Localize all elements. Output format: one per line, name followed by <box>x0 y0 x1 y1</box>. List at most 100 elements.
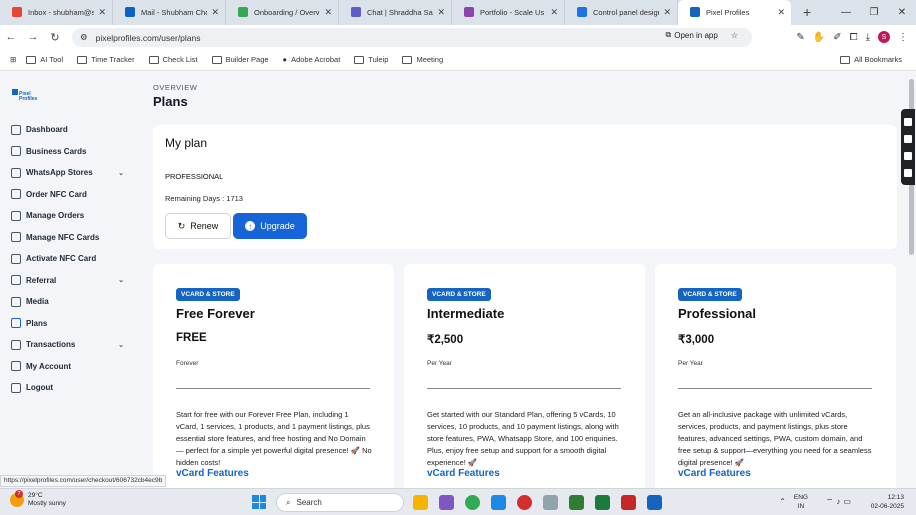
notepad-icon[interactable] <box>647 495 662 510</box>
sidebar-item-label: Media <box>26 297 49 307</box>
bookmark-item[interactable]: AI Tool <box>26 55 63 64</box>
copilot-icon[interactable] <box>439 495 454 510</box>
sidebar-item-whatsapp-stores[interactable]: WhatsApp Stores ⌄ <box>0 162 142 184</box>
language-indicator[interactable]: ENG IN <box>794 493 808 511</box>
upgrade-button[interactable]: ↑ Upgrade <box>233 213 307 239</box>
open-in-app-button[interactable]: ⧉ Open in app ☆ <box>666 30 738 40</box>
sidebar-item-activate-nfc-card[interactable]: Activate NFC Card <box>0 248 142 270</box>
bookmark-item[interactable]: Check List <box>148 55 198 64</box>
sidebar-item-label: Manage NFC Cards <box>26 232 100 242</box>
folder-icon <box>211 55 222 64</box>
bookmark-label: Adobe Acrobat <box>291 55 341 64</box>
close-tab-icon[interactable]: ✕ <box>550 7 558 18</box>
bookmark-item[interactable]: Builder Page <box>211 55 269 64</box>
clock[interactable]: 12:13 02-06-2025 <box>871 493 904 511</box>
sidebar-item-referral[interactable]: Referral ⌄ <box>0 270 142 292</box>
forward-icon[interactable]: → <box>22 31 44 43</box>
settings-icon[interactable] <box>904 168 912 177</box>
chrome-icon[interactable] <box>465 495 480 510</box>
snipping-icon[interactable] <box>543 495 558 510</box>
sidebar-item-business-cards[interactable]: Business Cards <box>0 141 142 163</box>
renew-button[interactable]: ↻ Renew <box>165 213 231 239</box>
folder-icon <box>354 55 365 64</box>
restore-button[interactable]: ❐ <box>860 7 888 18</box>
close-tab-icon[interactable]: ✕ <box>663 7 671 18</box>
bookmark-item[interactable]: ● Adobe Acrobat <box>283 55 341 64</box>
bookmark-label: Meeting <box>416 55 444 64</box>
sidebar-item-order-nfc-card[interactable]: Order NFC Card <box>0 184 142 206</box>
weather-text: Mostly sunny <box>28 500 66 507</box>
close-tab-icon[interactable]: ✕ <box>211 7 219 18</box>
system-tray-icons[interactable]: ⌔♪▭ <box>826 497 854 507</box>
browser-tab[interactable]: Control panel design ✕ <box>565 0 678 25</box>
plan-period: Per Year <box>678 360 703 367</box>
url-field[interactable]: ⚙ pixelprofiles.com/user/plans ⧉ Open in … <box>72 28 752 47</box>
bookmark-item[interactable]: Tuleip <box>354 55 388 64</box>
file-explorer-icon[interactable] <box>413 495 428 510</box>
chevron-down-icon: ⌄ <box>118 169 124 177</box>
close-tab-icon[interactable]: ✕ <box>777 7 785 18</box>
sidebar-item-plans[interactable]: Plans <box>0 313 142 335</box>
weather-widget[interactable]: 7 29°C Mostly sunny <box>10 490 66 508</box>
sidebar-item-my-account[interactable]: My Account <box>0 356 142 378</box>
close-tab-icon[interactable]: ✕ <box>324 7 332 18</box>
app-icon[interactable] <box>569 495 584 510</box>
download-icon[interactable]: ⤓ <box>866 32 870 43</box>
extensions-puzzle-icon[interactable]: ⧠ <box>850 32 858 43</box>
browser-tab-active[interactable]: Pixel Profiles ✕ <box>678 0 791 25</box>
extension-icon[interactable]: ✎ <box>796 32 804 43</box>
site-info-icon[interactable]: ⚙ <box>80 32 88 43</box>
sidebar-item-logout[interactable]: Logout <box>0 377 142 399</box>
excel-icon[interactable] <box>595 495 610 510</box>
extension-icon[interactable]: ✐ <box>833 32 841 43</box>
close-tab-icon[interactable]: ✕ <box>98 7 106 18</box>
sidebar-item-manage-orders[interactable]: Manage Orders <box>0 205 142 227</box>
vscode-icon[interactable] <box>491 495 506 510</box>
video-icon[interactable] <box>904 134 912 143</box>
profile-avatar[interactable]: S <box>878 31 890 43</box>
home-icon <box>11 124 21 135</box>
tab-title: Control panel design <box>593 8 660 17</box>
plan-card-intermediate: VCARD & STORE Intermediate ₹2,500 Per Ye… <box>404 264 645 494</box>
sidebar: Pixel Profiles Dashboard Business Cards W… <box>0 71 142 488</box>
all-bookmarks-button[interactable]: All Bookmarks <box>840 55 902 64</box>
browser-tab[interactable]: Mail - Shubham Cho ✕ <box>113 0 226 25</box>
gallery-icon[interactable] <box>904 151 912 160</box>
lock-icon <box>11 253 21 264</box>
sidebar-item-transactions[interactable]: Transactions ⌄ <box>0 334 142 356</box>
browser-tab-bar: Inbox - shubham@s ✕ Mail - Shubham Cho ✕ O… <box>0 0 916 25</box>
close-tab-icon[interactable]: ✕ <box>437 7 445 18</box>
logo[interactable]: Pixel Profiles <box>12 89 37 102</box>
new-tab-button[interactable]: + <box>803 0 811 25</box>
apps-grid-icon[interactable]: ⊞ <box>10 55 16 64</box>
browser-tab[interactable]: Chat | Shraddha Sah ✕ <box>339 0 452 25</box>
bookmark-label: Time Tracker <box>91 55 135 64</box>
bookmark-star-icon[interactable]: ☆ <box>731 31 738 40</box>
sidebar-item-manage-nfc-cards[interactable]: Manage NFC Cards <box>0 227 142 249</box>
opera-icon[interactable] <box>517 495 532 510</box>
minimize-button[interactable]: — <box>832 7 860 18</box>
back-icon[interactable]: ← <box>0 31 22 43</box>
plan-description: Start for free with our Forever Free Pla… <box>176 410 372 467</box>
main-content: OVERVIEW Plans My plan PROFESSIONAL Rema… <box>142 71 906 494</box>
chevron-up-icon[interactable]: ⌃ <box>779 497 786 506</box>
browser-tab[interactable]: Onboarding / Overvi ✕ <box>226 0 339 25</box>
sidebar-item-dashboard[interactable]: Dashboard <box>0 119 142 141</box>
windows-start-icon[interactable] <box>252 495 266 509</box>
browser-tab[interactable]: Portfolio - Scale Us ✕ <box>452 0 565 25</box>
close-window-button[interactable]: ✕ <box>888 7 916 18</box>
tab-title: Pixel Profiles <box>706 8 750 17</box>
acrobat-icon[interactable] <box>621 495 636 510</box>
browser-tab[interactable]: Inbox - shubham@s ✕ <box>0 0 113 25</box>
open-in-app-label: Open in app <box>674 30 718 40</box>
reload-icon[interactable]: ↻ <box>44 31 66 44</box>
camera-icon[interactable] <box>904 117 912 126</box>
bookmark-item[interactable]: Meeting <box>402 55 443 64</box>
sidebar-item-media[interactable]: Media <box>0 291 142 313</box>
extension-icon[interactable]: ✋ <box>813 32 825 43</box>
taskbar-search[interactable]: ⌕ Search <box>276 493 404 512</box>
menu-icon[interactable]: ⋮ <box>898 32 908 43</box>
sidebar-item-label: Order NFC Card <box>26 189 87 199</box>
bookmarks-bar: ⊞ AI Tool Time Tracker Check List Builde… <box>0 49 916 71</box>
bookmark-item[interactable]: Time Tracker <box>77 55 135 64</box>
